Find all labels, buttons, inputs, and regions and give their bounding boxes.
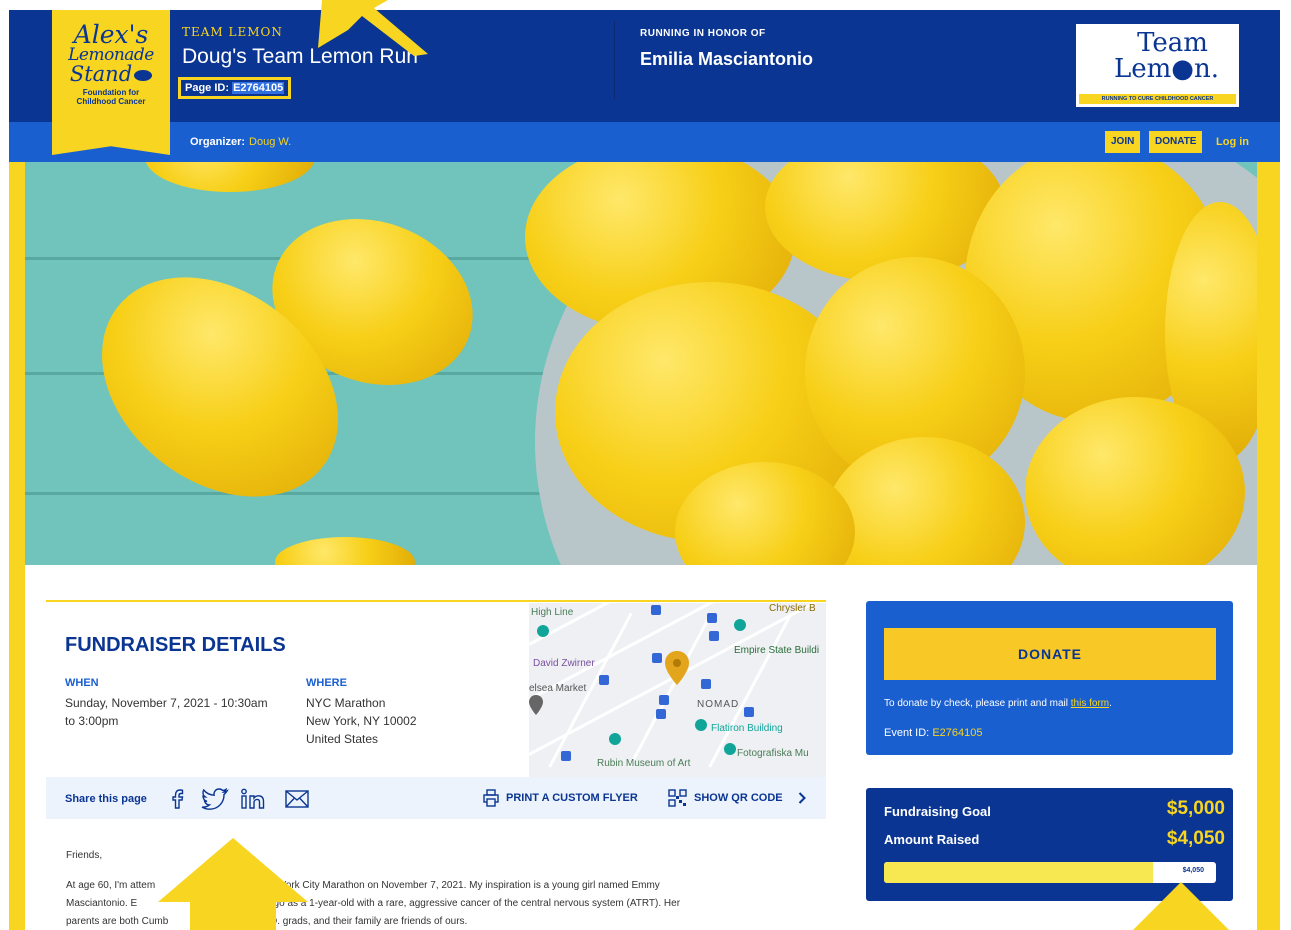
transit-icon — [561, 751, 571, 761]
where-value-1: NYC Marathon — [306, 696, 386, 710]
map-label: elsea Market — [529, 683, 587, 694]
fundraising-progress-bar: $4,050 — [884, 862, 1216, 883]
where-value-3: United States — [306, 732, 379, 746]
page-id-label: Page ID: — [185, 82, 230, 94]
facebook-icon[interactable] — [170, 788, 186, 810]
attraction-pin-icon — [734, 619, 746, 631]
email-icon[interactable] — [284, 788, 310, 810]
location-map[interactable]: High Line Chrysler B Empire State Buildi… — [529, 603, 826, 777]
fundraiser-details-title: FUNDRAISER DETAILS — [65, 634, 286, 656]
chevron-right-icon — [798, 792, 806, 804]
team-lemon-logo[interactable]: Team Lem●n. RUNNING TO CURE CHILDHOOD CA… — [1076, 24, 1239, 107]
show-qr-code-link[interactable]: SHOW QR CODE — [694, 792, 783, 804]
donate-button[interactable]: DONATE — [884, 628, 1216, 680]
map-pin-gray-icon — [529, 695, 543, 715]
story-line-1b: York City Marathon on November 7, 2021. … — [280, 880, 660, 891]
attraction-pin-icon — [609, 733, 621, 745]
printer-icon[interactable] — [483, 789, 499, 807]
header-divider — [614, 20, 615, 100]
transit-icon — [701, 679, 711, 689]
when-value-1: Sunday, November 7, 2021 - 10:30am — [65, 696, 268, 710]
where-label: WHERE — [306, 677, 347, 689]
annotation-arrow-icon — [318, 0, 428, 56]
print-flyer-link[interactable]: PRINT A CUSTOM FLYER — [506, 792, 638, 804]
transit-icon — [709, 631, 719, 641]
attraction-pin-icon — [695, 719, 707, 731]
organizer-label: Organizer: — [190, 136, 246, 148]
twitter-icon[interactable] — [201, 788, 229, 810]
progress-label: $4,050 — [1182, 867, 1204, 874]
linkedin-icon[interactable] — [240, 788, 266, 810]
when-label: WHEN — [65, 677, 99, 689]
team-label: TEAM LEMON — [182, 25, 283, 39]
story-line-2b: ago as a 1-year-old with a rare, aggress… — [268, 898, 681, 909]
page-id-value: E2764105 — [232, 82, 285, 94]
annotation-arrow-icon — [158, 838, 308, 930]
section-rule — [46, 600, 826, 602]
map-label: David Zwirner — [533, 658, 595, 669]
transit-icon — [656, 709, 666, 719]
story-line-2a: Masciantonio. E — [66, 898, 138, 909]
event-id-label: Event ID: — [884, 727, 930, 739]
share-label: Share this page — [65, 793, 147, 805]
logo-tagline-2: Childhood Cancer — [76, 97, 146, 106]
story-line-1a: At age 60, I'm attem — [66, 880, 156, 891]
donate-by-check-label: To donate by check, please print and mai… — [884, 698, 1068, 709]
donate-by-check-text: To donate by check, please print and mai… — [884, 698, 1112, 709]
hero-lemons-image — [25, 162, 1257, 565]
logo-tagline-1: Foundation for — [82, 88, 140, 97]
honor-name: Emilia Masciantonio — [640, 49, 814, 69]
donate-nav-button[interactable]: DONATE — [1149, 131, 1203, 153]
logo-line-3: Stand — [52, 64, 170, 85]
fundraising-goal-label: Fundraising Goal — [884, 804, 991, 819]
transit-icon — [651, 605, 661, 615]
when-value-2: to 3:00pm — [65, 714, 119, 728]
amount-raised-value: $4,050 — [1166, 828, 1225, 849]
map-label: Rubin Museum of Art — [597, 758, 691, 769]
transit-icon — [744, 707, 754, 717]
team-lemon-logo-line-2: Lem●n. — [1113, 54, 1219, 84]
lemon-shape — [145, 162, 315, 192]
share-bar: Share this page PRINT A CUSTOM FLYER SHO… — [46, 777, 826, 819]
event-id: Event ID: E2764105 — [884, 727, 982, 739]
team-lemon-logo-banner: RUNNING TO CURE CHILDHOOD CANCER — [1079, 94, 1236, 104]
event-id-value: E2764105 — [932, 727, 983, 739]
lemon-shape — [275, 537, 415, 565]
story-greeting: Friends, — [66, 850, 103, 861]
park-pin-icon — [537, 625, 549, 637]
page-id: Page ID: E2764105 — [178, 77, 292, 99]
map-label: Flatiron Building — [711, 723, 783, 734]
organizer-name-link[interactable]: Doug W. — [249, 136, 291, 148]
lemon-icon — [134, 70, 153, 81]
map-street — [628, 612, 713, 768]
transit-icon — [707, 613, 717, 623]
transit-icon — [652, 653, 662, 663]
annotation-arrow-icon — [1133, 882, 1229, 930]
where-value-2: New York, NY 10002 — [306, 714, 417, 728]
map-label: NOMAD — [697, 699, 740, 710]
join-button[interactable]: JOIN — [1105, 131, 1141, 153]
map-label: Empire State Buildi — [734, 645, 820, 656]
map-label: Chrysler B — [769, 603, 816, 614]
story-line-3a: parents are both Cumb — [66, 916, 169, 927]
team-lemon-logo-line-1: Team — [1137, 28, 1208, 58]
alexs-lemonade-stand-logo[interactable]: Alex's Lemonade Stand Foundation for Chi… — [52, 10, 170, 155]
transit-icon — [659, 695, 669, 705]
map-label: Fotografiska Mu — [737, 748, 809, 759]
amount-raised-label: Amount Raised — [884, 832, 980, 847]
map-label: High Line — [531, 607, 574, 618]
attraction-pin-icon — [724, 743, 736, 755]
map-location-pin-icon[interactable] — [665, 651, 689, 685]
honor-label: RUNNING IN HONOR OF — [640, 28, 766, 39]
check-form-link[interactable]: this form — [1071, 698, 1109, 709]
fundraising-goal-value: $5,000 — [1166, 798, 1225, 819]
login-link[interactable]: Log in — [1216, 136, 1249, 148]
logo-line-1: Alex's — [73, 20, 149, 49]
donate-by-check-period: . — [1109, 698, 1112, 709]
organizer: Organizer: Doug W. — [190, 136, 291, 148]
table-plank-line — [25, 492, 565, 495]
progress-fill — [884, 862, 1153, 883]
transit-icon — [599, 675, 609, 685]
qr-code-icon[interactable] — [668, 789, 688, 807]
